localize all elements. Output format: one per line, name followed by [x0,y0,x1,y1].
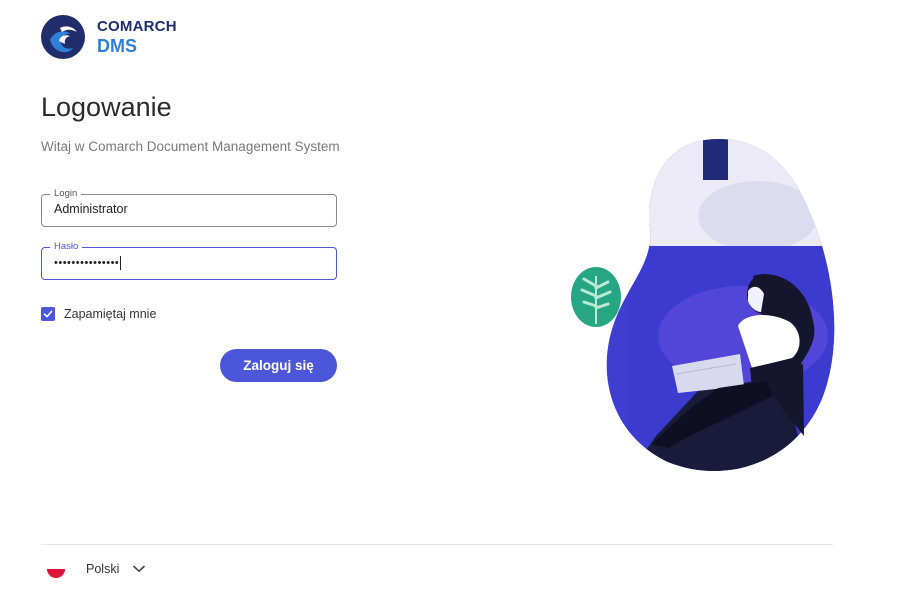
language-selector[interactable]: Polski [47,560,146,578]
remember-me-label: Zapamiętaj mnie [64,307,157,321]
login-field[interactable]: Login [41,188,337,227]
page-title: Logowanie [41,92,172,122]
password-masked-value: ••••••••••••••• [54,256,120,269]
login-button[interactable]: Zaloguj się [220,349,337,382]
chevron-down-icon[interactable] [133,565,146,573]
password-input[interactable]: ••••••••••••••• [54,256,122,270]
login-illustration [571,139,835,471]
comarch-logo-icon [41,15,85,59]
poland-flag-icon [47,560,65,578]
language-label: Polski [86,562,120,576]
check-icon [43,310,53,318]
remember-me-checkbox[interactable] [41,307,55,321]
footer-divider [41,544,833,545]
brand-name: COMARCH [97,18,177,35]
product-name: DMS [97,36,137,56]
password-field-label: Hasło [50,241,83,253]
login-field-label: Login [50,188,82,200]
password-field[interactable]: Hasło ••••••••••••••• [41,241,337,280]
text-caret [120,256,122,270]
page-subtitle: Witaj w Comarch Document Management Syst… [41,139,340,154]
comarch-dms-logo: COMARCH DMS [40,14,200,62]
remember-me[interactable]: Zapamiętaj mnie [41,307,156,321]
login-input[interactable] [54,202,324,216]
